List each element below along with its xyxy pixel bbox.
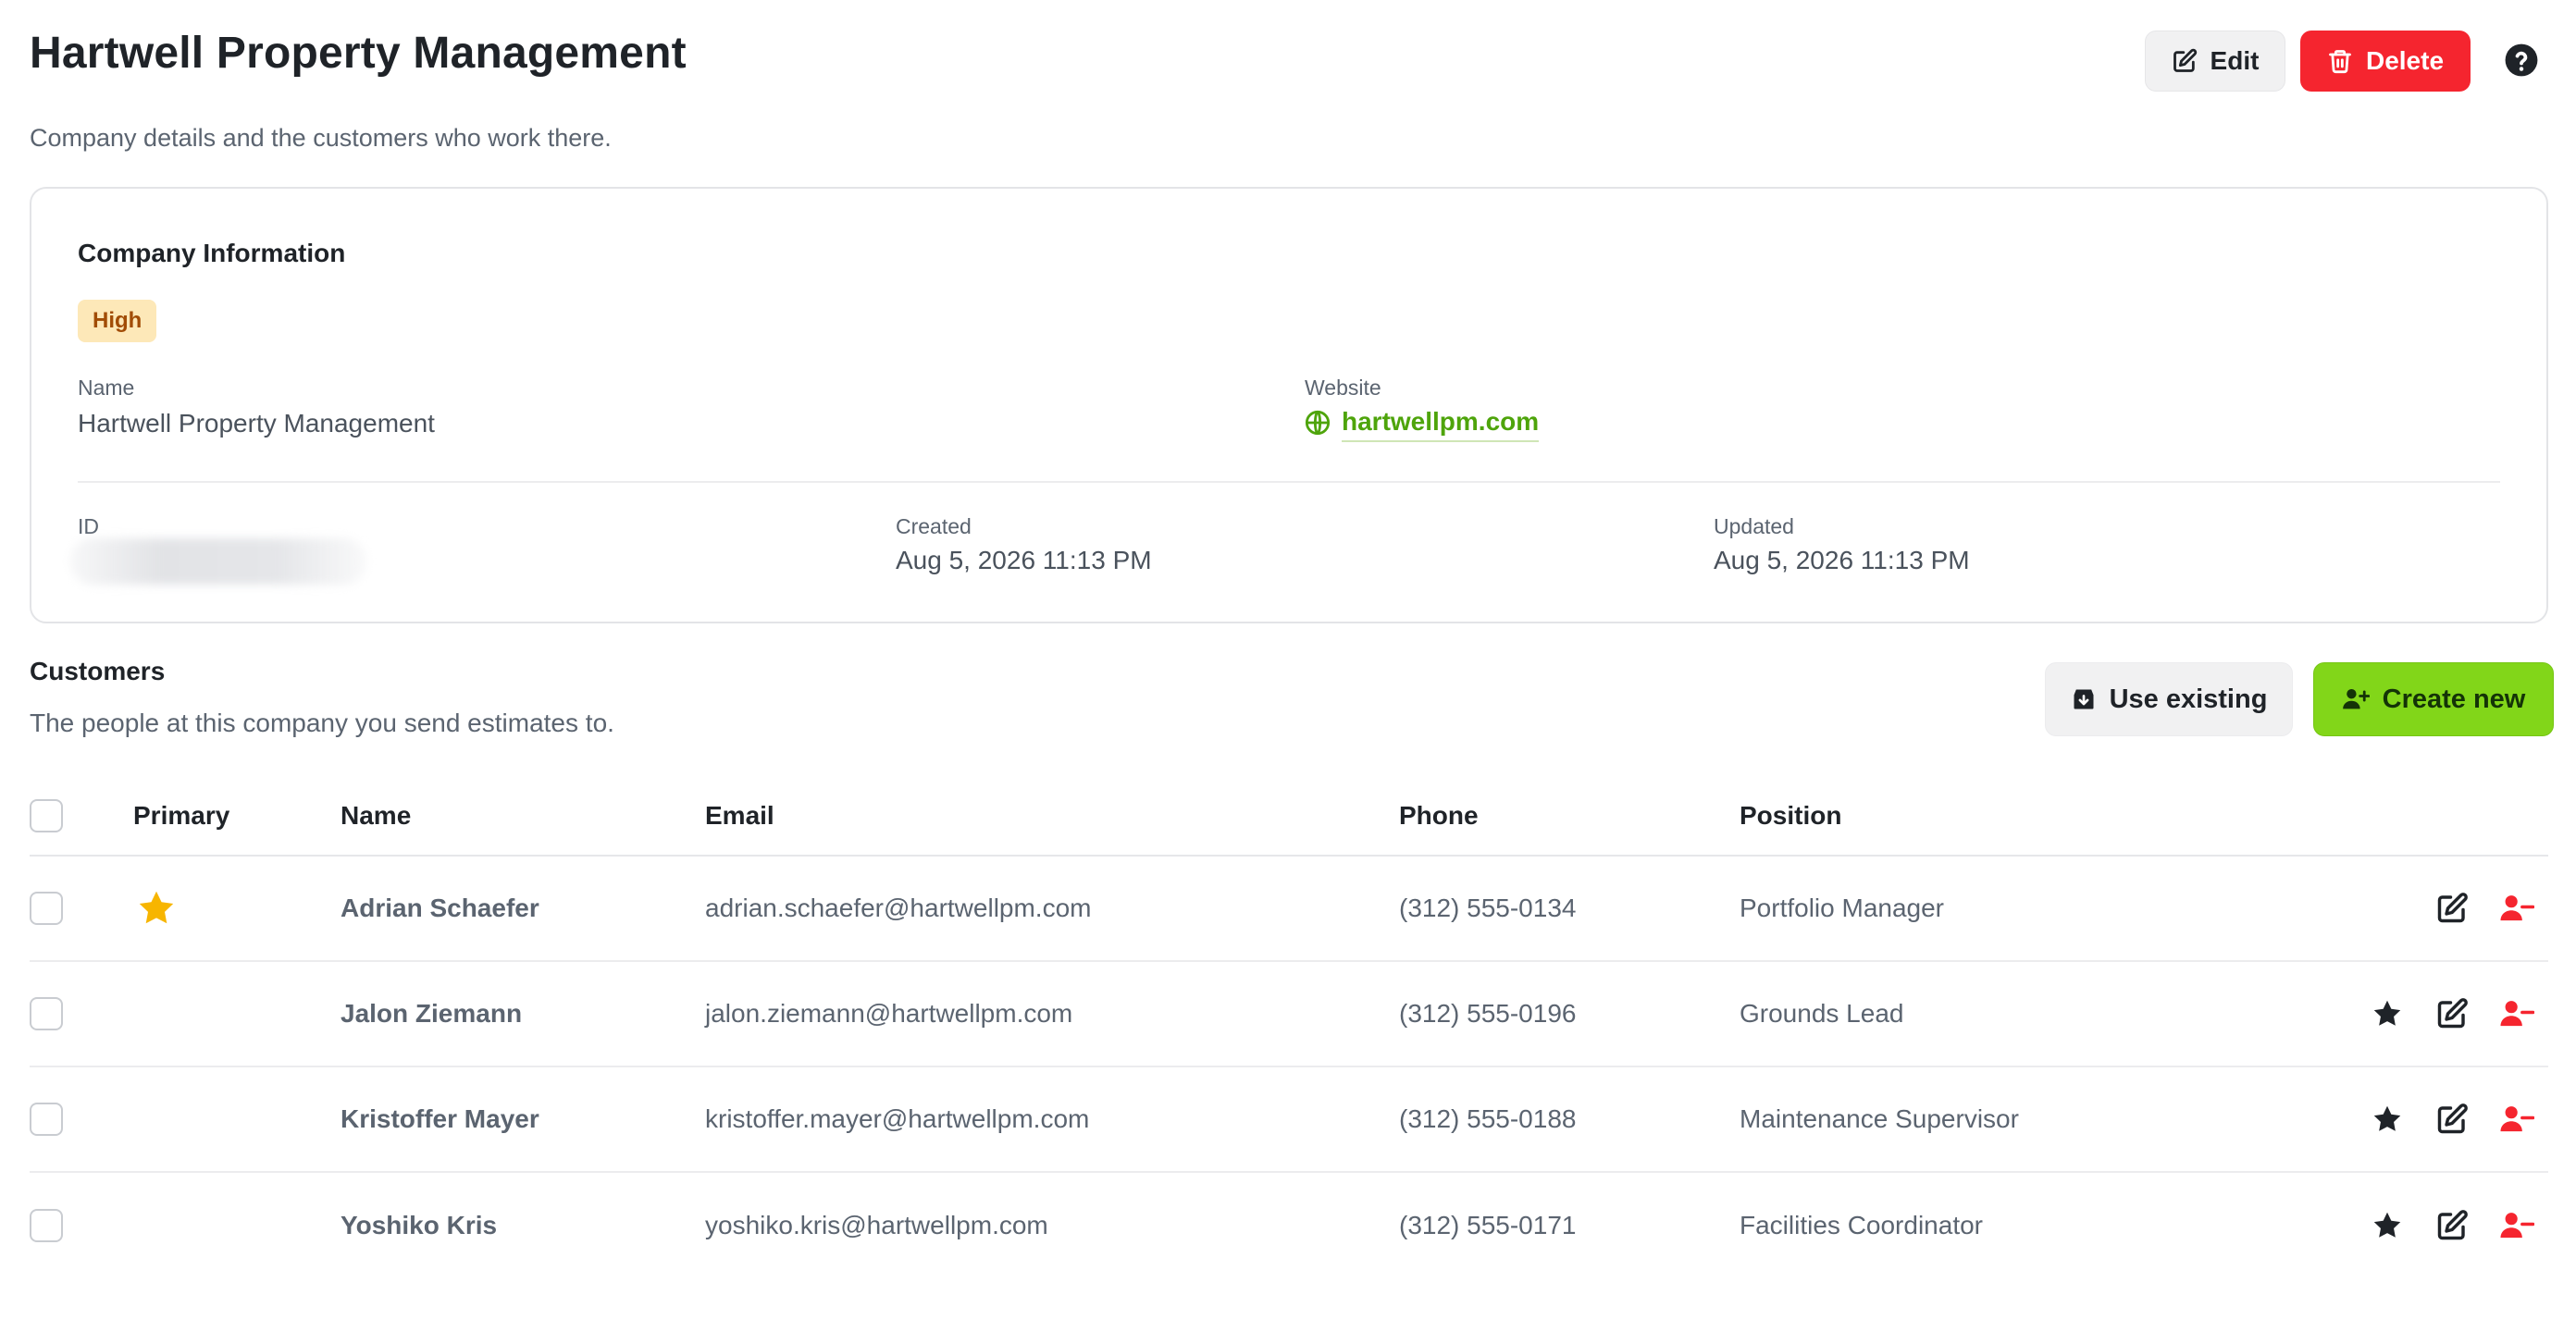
company-detail-page: Hartwell Property Management Company det… <box>0 0 2576 1319</box>
table-header-row: Primary Name Email Phone Position <box>30 777 2548 857</box>
customer-phone: (312) 555-0196 <box>1399 999 1577 1028</box>
customer-name[interactable]: Jalon Ziemann <box>341 999 522 1029</box>
primary-star-icon <box>135 887 178 930</box>
customer-email: jalon.ziemann@hartwellpm.com <box>705 999 1073 1028</box>
column-header-name[interactable]: Name <box>341 801 411 831</box>
card-divider <box>78 481 2500 483</box>
customer-phone: (312) 555-0134 <box>1399 894 1577 922</box>
edit-customer-icon[interactable] <box>2434 890 2471 927</box>
globe-icon <box>1305 410 1331 440</box>
company-information-card: Company Information High Name Hartwell P… <box>30 187 2548 623</box>
user-plus-icon <box>2342 686 2370 712</box>
pencil-square-icon <box>2172 48 2198 74</box>
updated-value: Aug 5, 2026 11:13 PM <box>1714 546 1970 574</box>
website-link[interactable]: hartwellpm.com <box>1305 407 1540 442</box>
customers-subtitle: The people at this company you send esti… <box>30 709 614 737</box>
remove-customer-icon[interactable] <box>2498 1101 2535 1138</box>
remove-customer-icon[interactable] <box>2498 995 2535 1032</box>
customer-email: yoshiko.kris@hartwellpm.com <box>705 1211 1048 1239</box>
page-title: Hartwell Property Management <box>30 29 687 78</box>
table-row[interactable]: Adrian Schaefer adrian.schaefer@hartwellp… <box>30 857 2548 962</box>
column-header-position[interactable]: Position <box>1740 801 1841 831</box>
column-header-primary[interactable]: Primary <box>133 801 229 831</box>
edit-button[interactable]: Edit <box>2145 31 2285 92</box>
card-title: Company Information <box>78 239 346 267</box>
table-body: Adrian Schaefer adrian.schaefer@hartwellp… <box>30 857 2548 1278</box>
row-select-checkbox[interactable] <box>30 892 63 925</box>
name-value: Hartwell Property Management <box>78 409 435 438</box>
create-new-label: Create new <box>2382 684 2526 714</box>
customer-name[interactable]: Kristoffer Mayer <box>341 1104 539 1134</box>
use-existing-button[interactable]: Use existing <box>2045 662 2293 736</box>
table-row[interactable]: Kristoffer Mayer kristoffer.mayer@hartwel… <box>30 1067 2548 1173</box>
row-select-checkbox[interactable] <box>30 1209 63 1242</box>
edit-customer-icon[interactable] <box>2434 1207 2471 1244</box>
customer-phone: (312) 555-0171 <box>1399 1211 1577 1239</box>
customer-email: kristoffer.mayer@hartwellpm.com <box>705 1104 1090 1133</box>
customers-table: Primary Name Email Phone Position Adrian… <box>30 777 2548 1278</box>
row-select-checkbox[interactable] <box>30 997 63 1030</box>
priority-badge: High <box>78 300 157 342</box>
create-new-button[interactable]: Create new <box>2313 662 2554 736</box>
id-label: ID <box>78 514 99 538</box>
created-label: Created <box>896 514 972 538</box>
name-label: Name <box>78 376 135 400</box>
customer-position: Grounds Lead <box>1740 999 1904 1028</box>
customer-email: adrian.schaefer@hartwellpm.com <box>705 894 1092 922</box>
customer-position: Maintenance Supervisor <box>1740 1104 2019 1133</box>
select-all-checkbox[interactable] <box>30 799 63 832</box>
updated-label: Updated <box>1714 514 1794 538</box>
customer-name[interactable]: Adrian Schaefer <box>341 894 539 923</box>
customer-phone: (312) 555-0188 <box>1399 1104 1577 1133</box>
download-box-icon <box>2071 686 2097 712</box>
page-subtitle: Company details and the customers who wo… <box>30 124 612 152</box>
customers-title: Customers <box>30 657 166 685</box>
remove-customer-icon[interactable] <box>2498 1207 2535 1244</box>
table-row[interactable]: Yoshiko Kris yoshiko.kris@hartwellpm.com (… <box>30 1173 2548 1278</box>
make-primary-star-icon[interactable] <box>2369 1101 2406 1138</box>
customer-position: Facilities Coordinator <box>1740 1211 1983 1239</box>
column-header-email[interactable]: Email <box>705 801 774 831</box>
table-row[interactable]: Jalon Ziemann jalon.ziemann@hartwellpm.co… <box>30 962 2548 1067</box>
edit-customer-icon[interactable] <box>2434 1101 2471 1138</box>
created-value: Aug 5, 2026 11:13 PM <box>896 546 1152 574</box>
row-select-checkbox[interactable] <box>30 1103 63 1136</box>
delete-button[interactable]: Delete <box>2300 31 2471 92</box>
website-label: Website <box>1305 376 1381 400</box>
column-header-phone[interactable]: Phone <box>1399 801 1479 831</box>
edit-button-label: Edit <box>2210 46 2260 75</box>
question-circle-icon[interactable] <box>2504 43 2539 78</box>
website-link-text: hartwellpm.com <box>1342 407 1540 442</box>
trash-icon <box>2327 48 2353 74</box>
customer-name[interactable]: Yoshiko Kris <box>341 1211 497 1240</box>
edit-customer-icon[interactable] <box>2434 995 2471 1032</box>
customer-position: Portfolio Manager <box>1740 894 1945 922</box>
id-value-redacted <box>70 538 366 585</box>
delete-button-label: Delete <box>2365 46 2445 75</box>
make-primary-star-icon[interactable] <box>2369 995 2406 1032</box>
remove-customer-icon[interactable] <box>2498 890 2535 927</box>
use-existing-label: Use existing <box>2109 684 2268 714</box>
make-primary-star-icon[interactable] <box>2369 1207 2406 1244</box>
